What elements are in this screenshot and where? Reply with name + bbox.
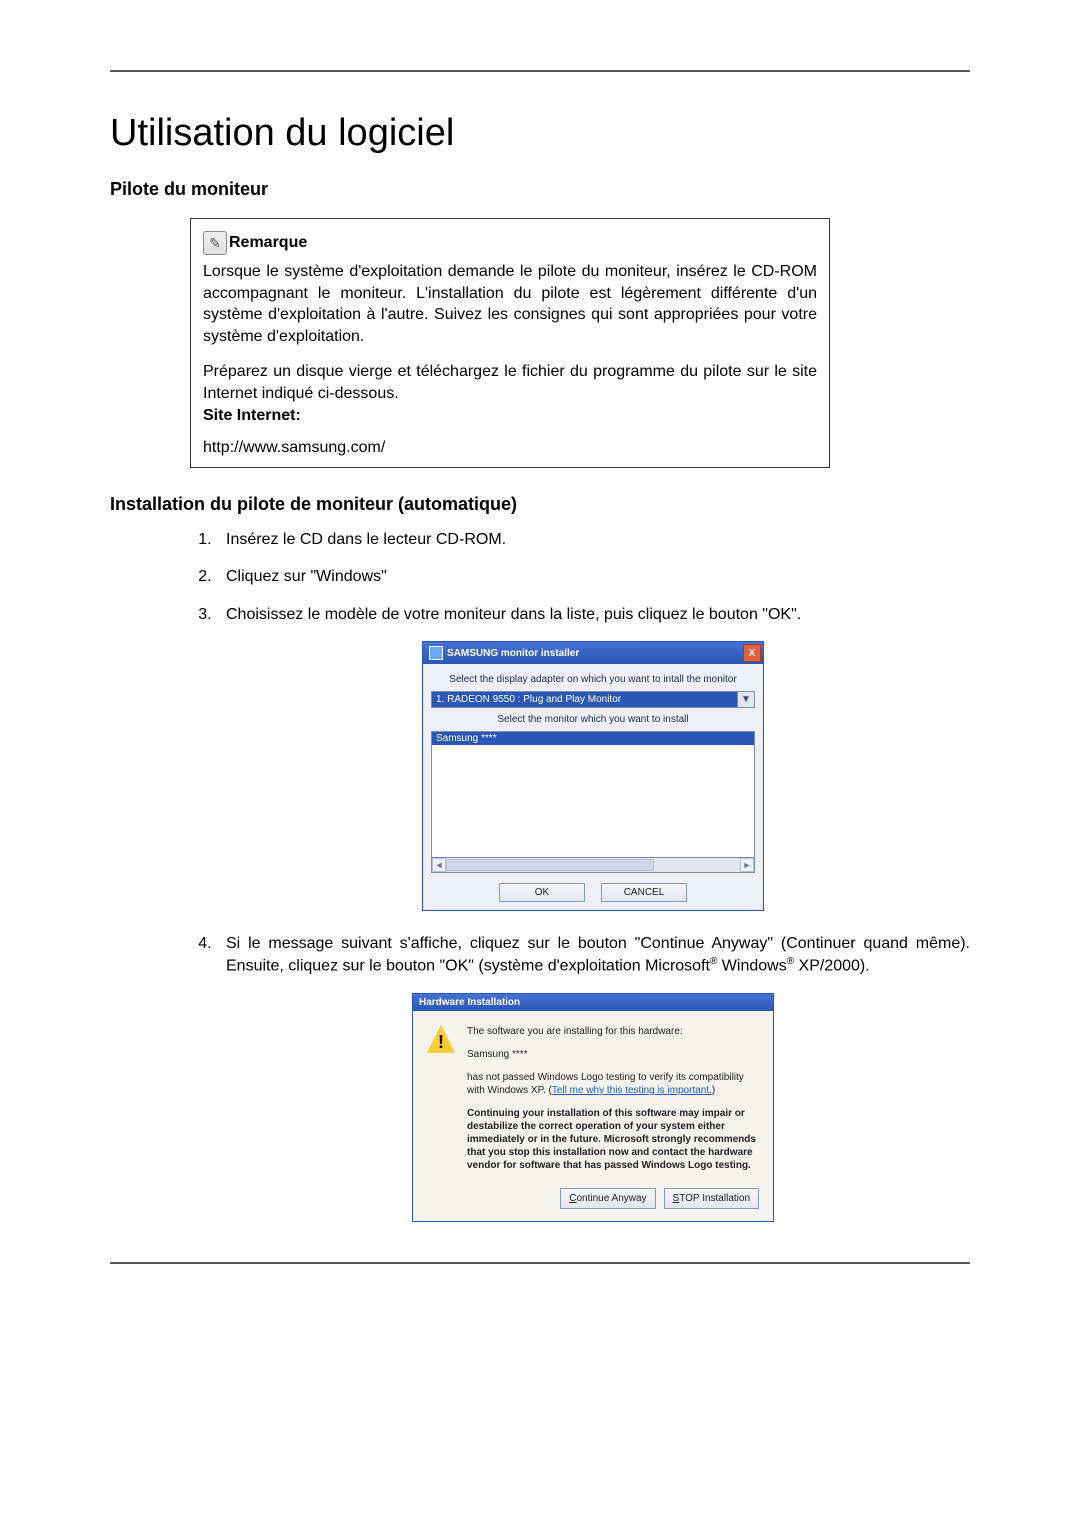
- horizontal-scrollbar[interactable]: ◄ ►: [432, 857, 754, 872]
- scroll-track[interactable]: [446, 858, 740, 872]
- hw-line-3b: ): [712, 1085, 715, 1096]
- monitor-list[interactable]: Samsung **** ◄ ►: [431, 731, 755, 873]
- close-icon[interactable]: X: [743, 644, 761, 662]
- why-testing-link[interactable]: Tell me why this testing is important.: [552, 1085, 712, 1096]
- app-icon: [429, 646, 443, 660]
- hardware-dialog-wrap: Hardware Installation ! The software you…: [216, 993, 970, 1222]
- adapter-dropdown[interactable]: 1. RADEON 9550 : Plug and Play Monitor ▼: [431, 691, 755, 708]
- warning-icon: !: [427, 1025, 455, 1053]
- section-heading: Pilote du moniteur: [110, 179, 970, 200]
- remark-title: Remarque: [229, 234, 307, 252]
- site-label: Site Internet:: [203, 407, 817, 425]
- hw-dialog-body: ! The software you are installing for th…: [413, 1011, 773, 1221]
- continue-rest: ontinue Anyway: [576, 1193, 646, 1204]
- reg-mark-2: ®: [787, 956, 794, 967]
- step-4: Si le message suivant s'affiche, cliquez…: [216, 933, 970, 977]
- remark-text-2: Préparez un disque vierge et téléchargez…: [203, 361, 817, 404]
- install-heading: Installation du pilote de moniteur (auto…: [110, 494, 970, 515]
- monitor-prompt: Select the monitor which you want to ins…: [431, 714, 755, 725]
- stop-rest: TOP Installation: [679, 1193, 750, 1204]
- hw-texts: The software you are installing for this…: [467, 1025, 759, 1182]
- steps-list: Insérez le CD dans le lecteur CD-ROM. Cl…: [190, 529, 970, 1222]
- document-page: Utilisation du logiciel Pilote du monite…: [0, 0, 1080, 1527]
- page-title: Utilisation du logiciel: [110, 112, 970, 155]
- step-4-text-b: Windows: [717, 957, 786, 974]
- dialog-title: SAMSUNG monitor installer: [447, 648, 579, 659]
- cancel-button[interactable]: CANCEL: [601, 883, 687, 902]
- monitor-list-selected[interactable]: Samsung ****: [432, 732, 754, 745]
- remark-box: ✎ Remarque Lorsque le système d'exploita…: [190, 218, 830, 468]
- scroll-left-icon[interactable]: ◄: [432, 858, 446, 872]
- hw-dialog-title: Hardware Installation: [413, 994, 773, 1011]
- hw-line-2: Samsung ****: [467, 1048, 759, 1061]
- step-4-text-c: XP/2000).: [794, 957, 870, 974]
- dialog-buttons: OK CANCEL: [431, 883, 755, 902]
- adapter-selected: 1. RADEON 9550 : Plug and Play Monitor: [432, 692, 737, 707]
- continue-anyway-button[interactable]: Continue Anyway: [560, 1188, 655, 1209]
- step-3: Choisissez le modèle de votre moniteur d…: [216, 604, 970, 626]
- hardware-installation-dialog: Hardware Installation ! The software you…: [412, 993, 774, 1222]
- hw-line-1: The software you are installing for this…: [467, 1025, 759, 1038]
- site-url-link[interactable]: http://www.samsung.com/: [203, 439, 385, 456]
- stop-installation-button[interactable]: STOP Installation: [664, 1188, 759, 1209]
- adapter-prompt: Select the display adapter on which you …: [431, 674, 755, 685]
- chevron-down-icon[interactable]: ▼: [737, 692, 754, 707]
- step-1: Insérez le CD dans le lecteur CD-ROM.: [216, 529, 970, 551]
- hw-warning-text: Continuing your installation of this sof…: [467, 1107, 759, 1172]
- remark-header: ✎ Remarque: [203, 231, 817, 255]
- samsung-dialog-wrap: SAMSUNG monitor installer X Select the d…: [216, 641, 970, 911]
- scroll-right-icon[interactable]: ►: [740, 858, 754, 872]
- scroll-thumb[interactable]: [446, 859, 654, 871]
- remark-text-1: Lorsque le système d'exploitation demand…: [203, 261, 817, 347]
- dialog-body: Select the display adapter on which you …: [423, 664, 763, 910]
- note-icon: ✎: [203, 231, 227, 255]
- hw-line-3: has not passed Windows Logo testing to v…: [467, 1071, 759, 1097]
- ok-button[interactable]: OK: [499, 883, 585, 902]
- top-rule: [110, 70, 970, 72]
- dialog-titlebar: SAMSUNG monitor installer X: [423, 642, 763, 664]
- bottom-rule: [110, 1262, 970, 1264]
- hw-dialog-buttons: Continue Anyway STOP Installation: [427, 1188, 759, 1209]
- samsung-installer-dialog: SAMSUNG monitor installer X Select the d…: [422, 641, 764, 911]
- step-2: Cliquez sur "Windows": [216, 566, 970, 588]
